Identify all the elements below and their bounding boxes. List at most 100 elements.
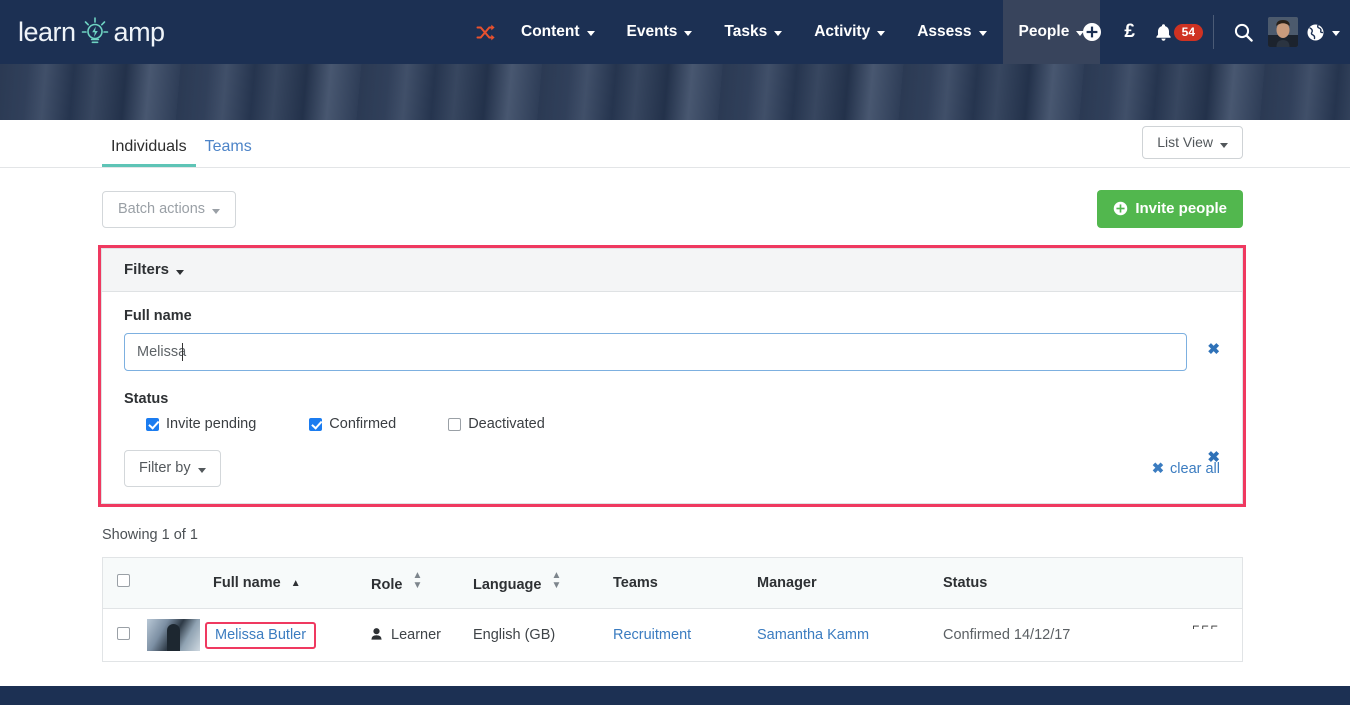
column-header-teams: Teams: [613, 558, 757, 609]
chevron-down-icon: [212, 208, 221, 214]
chevron-down-icon: [197, 468, 206, 473]
brand-name-amp: amp: [113, 16, 166, 47]
nav-item-events[interactable]: Events: [611, 0, 709, 64]
nav-item-assess[interactable]: Assess: [901, 0, 1002, 64]
column-header-fullname[interactable]: Full name ▲: [213, 558, 371, 609]
tab-individuals[interactable]: Individuals: [102, 138, 196, 167]
shuffle-icon[interactable]: [462, 0, 505, 64]
search-icon[interactable]: [1224, 0, 1262, 64]
checkbox-label: Invite pending: [166, 416, 257, 432]
full-name-label: Full name: [124, 308, 192, 324]
filters-panel: Filters Full name ✖ Status ✖ Invite pend…: [101, 248, 1243, 504]
filters-header-label: Filters: [124, 261, 170, 278]
language-selector[interactable]: [1306, 0, 1340, 64]
sort-none-icon[interactable]: ▲ ▼: [412, 571, 422, 591]
column-label: Language: [473, 577, 542, 593]
avatar[interactable]: [1268, 17, 1298, 47]
sort-ascending-icon[interactable]: ▲: [291, 578, 301, 589]
column-label: Status: [943, 574, 988, 591]
checkbox-deactivated[interactable]: Deactivated: [448, 416, 545, 432]
column-label: Full name: [213, 574, 281, 591]
chevron-down-icon: [1220, 143, 1228, 148]
chevron-down-icon: [978, 30, 987, 36]
filters-header-toggle[interactable]: Filters: [102, 249, 1242, 292]
plus-circle-icon[interactable]: [1073, 0, 1111, 64]
full-name-input[interactable]: [124, 333, 1187, 371]
main-menu: Content Events Tasks Activity Assess Peo…: [462, 0, 1101, 64]
status-label: Status: [124, 391, 169, 407]
row-select-cell: [103, 608, 147, 661]
user-icon: [371, 627, 382, 644]
results-count: Showing 1 of 1: [102, 527, 198, 543]
notifications-button[interactable]: 54: [1149, 0, 1203, 64]
nav-item-label: Assess: [917, 23, 972, 40]
filter-by-dropdown[interactable]: Filter by: [124, 450, 221, 487]
batch-actions-label: Batch actions: [118, 200, 206, 217]
checkbox-box[interactable]: [309, 417, 323, 431]
batch-actions-button[interactable]: Batch actions: [102, 190, 237, 228]
nav-item-label: Activity: [814, 23, 871, 40]
column-header-role[interactable]: Role ▲ ▼: [371, 558, 473, 609]
nav-item-tasks[interactable]: Tasks: [708, 0, 798, 64]
chevron-down-icon: [1332, 30, 1340, 36]
close-icon: ✖: [1151, 460, 1165, 477]
text-cursor: [182, 343, 183, 361]
filter-by-label: Filter by: [139, 460, 191, 476]
page-tabs-bar: Individuals Teams List View: [0, 120, 1350, 168]
nav-item-content[interactable]: Content: [505, 0, 611, 64]
column-label: Teams: [613, 574, 658, 591]
chevron-down-icon: [774, 30, 783, 36]
remove-full-name-filter-icon[interactable]: ✖: [1207, 342, 1220, 357]
chevron-down-icon: [684, 30, 693, 36]
brand-name-learn: learn: [18, 16, 76, 47]
column-label: Manager: [757, 574, 817, 591]
person-photo: [147, 619, 200, 651]
filters-body: Full name ✖ Status ✖ Invite pending Conf…: [102, 292, 1242, 503]
notification-badge[interactable]: 54: [1173, 23, 1203, 41]
people-table-wrapper: Full name ▲ Role ▲▼ Language ▲▼ Teams: [102, 557, 1243, 662]
checkbox-label: Deactivated: [468, 416, 545, 432]
checkbox-box[interactable]: [146, 417, 159, 431]
row-fullname-cell: Melissa Butler: [205, 608, 371, 661]
row-manager-cell: Samantha Kamm: [757, 608, 943, 661]
manager-link[interactable]: Samantha Kamm: [757, 627, 869, 643]
sort-none-icon[interactable]: ▲ ▼: [552, 571, 562, 591]
hero-banner-image: [0, 64, 1350, 120]
team-link[interactable]: Recruitment: [613, 627, 691, 643]
currency-symbol: £: [1124, 21, 1135, 42]
table-body: Melissa Butler Learner English (GB) Recr…: [103, 608, 1242, 661]
checkbox-box[interactable]: [448, 417, 462, 431]
select-all-checkbox[interactable]: [117, 574, 130, 587]
person-name-link[interactable]: Melissa Butler: [215, 627, 306, 643]
tab-teams[interactable]: Teams: [196, 138, 261, 167]
avatar-header: [147, 558, 213, 609]
remove-status-filter-icon[interactable]: ✖: [1207, 450, 1220, 465]
chevron-down-icon: [877, 30, 886, 36]
list-view-dropdown[interactable]: List View: [1142, 126, 1243, 159]
full-name-input-wrapper: [124, 333, 1187, 371]
table-header-row: Full name ▲ Role ▲▼ Language ▲▼ Teams: [103, 558, 1242, 609]
checkbox-invite-pending[interactable]: Invite pending: [146, 416, 256, 432]
pound-sterling-icon[interactable]: £: [1111, 0, 1149, 64]
nav-divider: [1213, 15, 1214, 49]
column-header-language[interactable]: Language ▲ ▼: [473, 558, 613, 609]
checkbox-label: Confirmed: [329, 416, 397, 432]
page-content: Batch actions Invite people Filters Full…: [0, 168, 1350, 662]
nav-item-label: Content: [521, 23, 580, 40]
people-tabs: Individuals Teams: [102, 138, 261, 167]
chevron-down-icon: [586, 30, 595, 36]
row-action-icons[interactable]: ⌐⌐⌐: [1192, 620, 1220, 634]
nav-item-label: Tasks: [724, 23, 768, 40]
checkbox-confirmed[interactable]: Confirmed: [309, 416, 396, 432]
invite-people-button[interactable]: Invite people: [1097, 190, 1243, 228]
page-footer: [0, 686, 1350, 705]
row-role-cell: Learner: [371, 608, 473, 661]
brand-logo[interactable]: learn amp: [18, 15, 165, 49]
nav-item-activity[interactable]: Activity: [798, 0, 901, 64]
nav-item-label: People: [1018, 23, 1070, 40]
fullname-highlight-box: Melissa Butler: [205, 621, 317, 649]
table-row[interactable]: Melissa Butler Learner English (GB) Recr…: [103, 608, 1242, 661]
top-navigation-bar: learn amp Content Events Tasks Activity …: [0, 0, 1350, 64]
row-select-checkbox[interactable]: [117, 626, 130, 640]
lightbulb-icon: [78, 15, 112, 49]
